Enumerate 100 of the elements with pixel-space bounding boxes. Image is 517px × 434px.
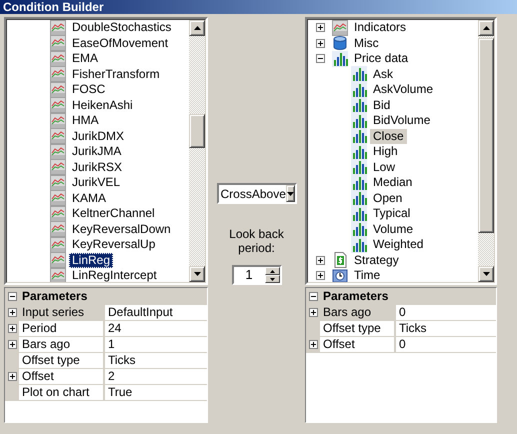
up-arrow-icon	[482, 26, 490, 30]
bar-chart-icon	[351, 236, 367, 253]
scroll-down-button[interactable]	[189, 266, 205, 282]
expand-icon[interactable]	[316, 271, 324, 280]
property-name[interactable]: Bars ago	[320, 305, 396, 320]
dropdown-button[interactable]	[286, 185, 295, 202]
tree-item[interactable]: KAMA	[69, 190, 110, 206]
line-chart-icon	[50, 190, 66, 206]
line-chart-icon	[50, 82, 66, 98]
scroll-thumb[interactable]	[478, 38, 494, 233]
bar-chart-icon	[351, 82, 367, 98]
tree-item[interactable]: KeltnerChannel	[69, 206, 158, 222]
bar-chart-icon	[351, 144, 367, 160]
line-chart-icon	[50, 252, 66, 268]
section-title: Parameters	[322, 288, 388, 304]
bar-chart-icon	[351, 128, 367, 144]
property-name[interactable]: Offset	[320, 337, 396, 352]
tree-item[interactable]: FOSC	[69, 82, 108, 98]
property-value[interactable]: 24	[105, 321, 207, 336]
bar-chart-icon	[351, 174, 367, 191]
look-back-label: Look back period:	[228, 227, 285, 255]
line-chart-icon	[50, 97, 66, 114]
bar-chart-icon	[351, 112, 367, 129]
up-arrow-icon	[270, 270, 274, 272]
property-value[interactable]: 2	[105, 369, 207, 384]
line-chart-icon	[50, 206, 66, 222]
tree-item[interactable]: JurikVEL	[69, 175, 124, 190]
property-value[interactable]: 0	[396, 305, 496, 320]
scroll-down-button[interactable]	[478, 266, 494, 282]
expand-icon[interactable]	[308, 308, 318, 317]
property-name[interactable]: Input series	[19, 305, 105, 320]
down-arrow-icon	[194, 272, 200, 276]
tree-item[interactable]: HeikenAshi	[69, 98, 136, 113]
line-chart-icon	[50, 66, 66, 82]
property-value[interactable]: 1	[105, 337, 207, 352]
tree-item[interactable]: FisherTransform	[69, 66, 163, 82]
property-value[interactable]: 0	[396, 337, 496, 352]
tree-item[interactable]: EMA	[69, 51, 102, 66]
expand-icon[interactable]	[316, 23, 324, 32]
tree-item[interactable]: JurikJMA	[69, 144, 124, 160]
look-back-spinner[interactable]: 1	[232, 265, 282, 285]
tree-item[interactable]: LinReg	[69, 252, 114, 268]
line-chart-icon	[50, 174, 66, 191]
bar-chart-icon	[351, 66, 367, 82]
tree-item[interactable]: EaseOfMovement	[69, 36, 172, 51]
clock-icon	[332, 268, 348, 282]
section-title: Parameters	[21, 288, 88, 304]
expand-icon[interactable]	[8, 372, 16, 381]
property-name[interactable]: Offset type	[320, 321, 396, 336]
bar-chart-icon	[351, 190, 367, 206]
down-arrow-icon	[482, 272, 490, 276]
tree-item[interactable]: DoubleStochastics	[69, 20, 174, 36]
spin-up-button[interactable]	[264, 267, 280, 275]
expand-icon[interactable]	[8, 340, 16, 349]
line-chart-icon	[50, 236, 66, 253]
expand-icon[interactable]	[316, 38, 324, 48]
scroll-up-button[interactable]	[189, 20, 205, 36]
scroll-thumb[interactable]	[189, 114, 205, 148]
cylinder-icon	[332, 35, 348, 52]
tree-item[interactable]: KeyReversalUp	[69, 237, 158, 252]
property-value[interactable]: Ticks	[396, 321, 496, 336]
collapse-icon[interactable]	[308, 292, 318, 300]
property-name[interactable]: Period	[19, 321, 105, 336]
property-name[interactable]: Offset type	[19, 353, 105, 368]
bar-chart-icon	[351, 221, 367, 238]
tree-item[interactable]: JurikDMX	[69, 128, 128, 144]
line-chart-icon	[50, 50, 66, 67]
tree-item[interactable]: KeyReversalDown	[69, 222, 174, 237]
line-chart-icon	[50, 221, 66, 238]
property-name[interactable]: Offset	[19, 369, 105, 384]
down-arrow-icon	[270, 278, 274, 280]
spin-down-button[interactable]	[264, 275, 280, 283]
line-chart-icon	[50, 20, 66, 36]
line-chart-icon	[50, 268, 66, 282]
property-value[interactable]: DefaultInput	[105, 305, 207, 320]
line-chart-icon	[332, 20, 348, 36]
property-name[interactable]: Bars ago	[19, 337, 105, 352]
expand-icon[interactable]	[8, 308, 16, 317]
caret-icon	[286, 192, 294, 196]
expand-icon[interactable]	[316, 256, 324, 265]
property-value[interactable]: Ticks	[105, 353, 207, 368]
collapse-icon[interactable]	[316, 54, 324, 64]
line-chart-icon	[50, 128, 66, 144]
property-name[interactable]: Plot on chart	[19, 385, 105, 400]
scrollbar[interactable]	[189, 20, 205, 282]
document-icon	[332, 252, 348, 268]
tree-item[interactable]: LinRegIntercept	[69, 268, 160, 282]
line-chart-icon	[50, 35, 66, 52]
scroll-up-button[interactable]	[478, 20, 494, 36]
tree-item[interactable]: HMA	[69, 113, 102, 128]
expand-icon[interactable]	[8, 324, 16, 333]
scrollbar[interactable]	[478, 20, 494, 282]
line-chart-icon	[50, 112, 66, 129]
tree-item[interactable]: JurikRSX	[69, 160, 126, 175]
expand-icon[interactable]	[308, 340, 318, 349]
collapse-icon[interactable]	[8, 292, 16, 300]
operator-dropdown[interactable]: CrossAbove	[216, 183, 296, 204]
up-arrow-icon	[194, 26, 200, 30]
property-value[interactable]: True	[105, 385, 207, 400]
bar-chart-icon	[332, 50, 348, 67]
